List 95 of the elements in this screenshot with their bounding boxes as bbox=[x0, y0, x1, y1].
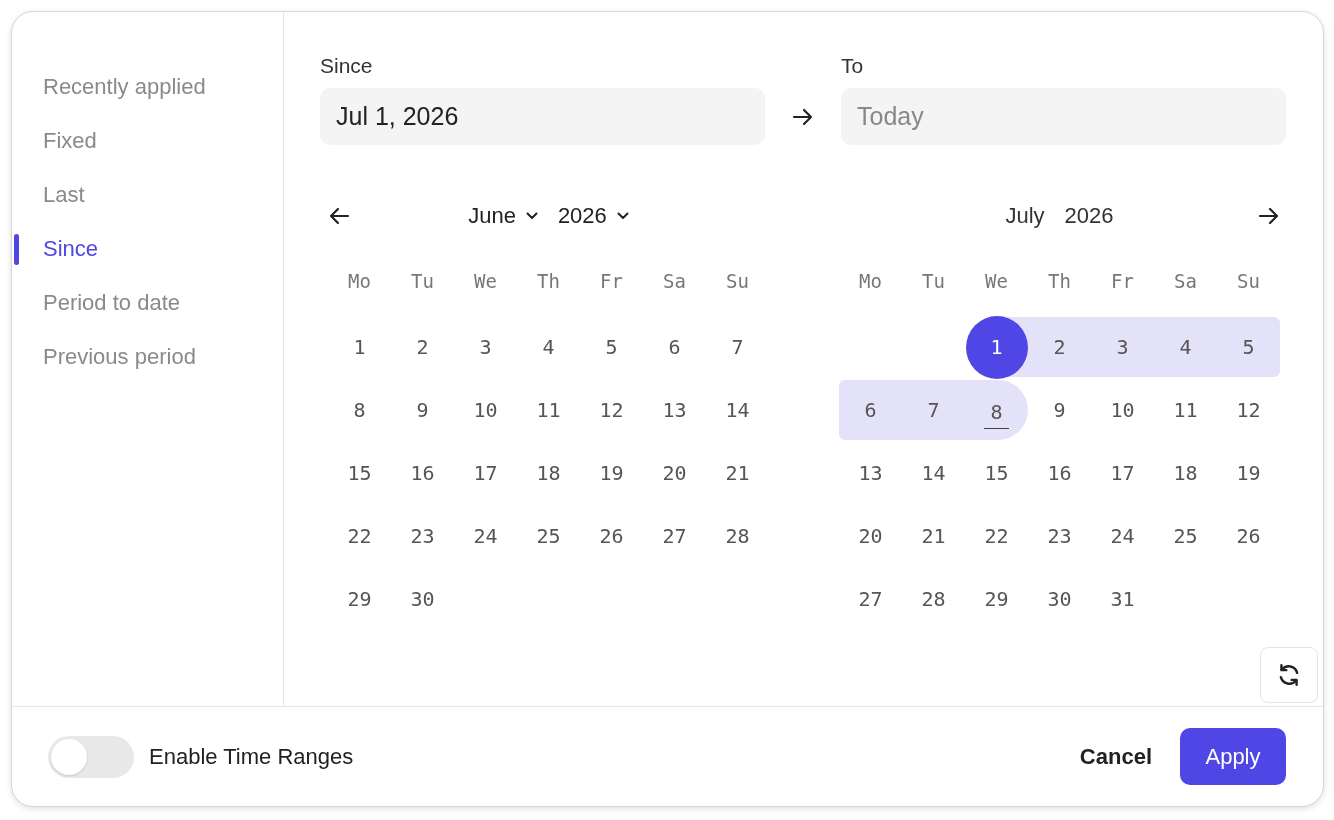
calendar-day[interactable]: 29 bbox=[965, 569, 1028, 629]
calendar-day[interactable]: 28 bbox=[706, 506, 769, 566]
calendar-day[interactable]: 23 bbox=[391, 506, 454, 566]
toggle-switch[interactable] bbox=[48, 735, 134, 778]
weekday-label: Sa bbox=[663, 270, 686, 292]
calendar-day[interactable]: 18 bbox=[517, 443, 580, 503]
calendar-day[interactable]: 15 bbox=[328, 443, 391, 503]
year-dropdown[interactable]: 2026 bbox=[557, 203, 629, 229]
weekday-label: Th bbox=[1048, 270, 1071, 292]
calendar-day[interactable]: 29 bbox=[328, 569, 391, 629]
calendar-day[interactable]: 4 bbox=[517, 317, 580, 377]
weekday-label: Fr bbox=[600, 270, 623, 292]
calendar-day[interactable]: 12 bbox=[1217, 380, 1280, 440]
calendar-day[interactable]: 4 bbox=[1154, 317, 1217, 377]
calendar-day[interactable]: 11 bbox=[517, 380, 580, 440]
calendar-day[interactable]: 17 bbox=[454, 443, 517, 503]
weekday-label: We bbox=[474, 270, 497, 292]
calendar-day[interactable]: 25 bbox=[1154, 506, 1217, 566]
chevron-down-icon bbox=[525, 212, 538, 220]
calendar-day[interactable]: 1 bbox=[965, 317, 1028, 377]
weekday-label: Tu bbox=[411, 270, 434, 292]
calendar-day[interactable]: 17 bbox=[1091, 443, 1154, 503]
field-label: To bbox=[841, 53, 864, 79]
calendar-day[interactable]: 2 bbox=[391, 317, 454, 377]
calendar-day[interactable]: 27 bbox=[643, 506, 706, 566]
calendar-day[interactable]: 28 bbox=[902, 569, 965, 629]
calendar-day[interactable]: 3 bbox=[454, 317, 517, 377]
calendar-day[interactable]: 19 bbox=[580, 443, 643, 503]
calendar-day[interactable]: 9 bbox=[1028, 380, 1091, 440]
calendar-day[interactable]: 13 bbox=[643, 380, 706, 440]
calendar-day[interactable]: 16 bbox=[391, 443, 454, 503]
calendar-day[interactable]: 22 bbox=[328, 506, 391, 566]
field-label: Since bbox=[320, 53, 373, 79]
previous-month-button[interactable] bbox=[328, 207, 350, 225]
calendar-day[interactable]: 30 bbox=[1028, 569, 1091, 629]
calendar-day[interactable]: 10 bbox=[1091, 380, 1154, 440]
calendar-day[interactable]: 20 bbox=[839, 506, 902, 566]
calendar-day[interactable]: 23 bbox=[1028, 506, 1091, 566]
calendar-day[interactable]: 7 bbox=[902, 380, 965, 440]
weekday-label: Tu bbox=[922, 270, 945, 292]
calendar-day[interactable]: 30 bbox=[391, 569, 454, 629]
calendar-day[interactable]: 11 bbox=[1154, 380, 1217, 440]
weekday-label: Mo bbox=[348, 270, 371, 292]
calendar-day[interactable]: 31 bbox=[1091, 569, 1154, 629]
calendar-day[interactable]: 21 bbox=[706, 443, 769, 503]
calendar-day[interactable]: 21 bbox=[902, 506, 965, 566]
weekday-label: Fr bbox=[1111, 270, 1134, 292]
calendar-day[interactable]: 24 bbox=[1091, 506, 1154, 566]
month-dropdown[interactable]: June bbox=[468, 203, 538, 229]
calendar-day[interactable]: 14 bbox=[902, 443, 965, 503]
arrow-right-icon bbox=[792, 107, 814, 126]
sidebar-item[interactable]: Since bbox=[12, 222, 283, 276]
calendar-day[interactable]: 26 bbox=[580, 506, 643, 566]
calendar-day[interactable]: 27 bbox=[839, 569, 902, 629]
calendar-day[interactable]: 10 bbox=[454, 380, 517, 440]
calendar-day[interactable]: 12 bbox=[580, 380, 643, 440]
calendar-day[interactable]: 3 bbox=[1091, 317, 1154, 377]
calendar-day[interactable]: 20 bbox=[643, 443, 706, 503]
calendar-day[interactable]: 2 bbox=[1028, 317, 1091, 377]
calendar-day[interactable]: 18 bbox=[1154, 443, 1217, 503]
calendar-day[interactable]: 8 bbox=[328, 380, 391, 440]
weekday-label: Su bbox=[726, 270, 749, 292]
month-label: July bbox=[1005, 203, 1045, 229]
calendar-day[interactable]: 14 bbox=[706, 380, 769, 440]
calendar-day[interactable]: 5 bbox=[1217, 317, 1280, 377]
calendar-day[interactable]: 24 bbox=[454, 506, 517, 566]
weekday-label: Su bbox=[1237, 270, 1260, 292]
weekday-label: We bbox=[985, 270, 1008, 292]
calendar-day[interactable]: 22 bbox=[965, 506, 1028, 566]
calendar-day[interactable]: 9 bbox=[391, 380, 454, 440]
apply-button[interactable]: Apply bbox=[1180, 728, 1286, 785]
to-field[interactable]: Today bbox=[841, 88, 1286, 145]
calendar-day[interactable]: 15 bbox=[965, 443, 1028, 503]
toggle-label: Enable Time Ranges bbox=[149, 743, 354, 770]
weekday-label: Th bbox=[537, 270, 560, 292]
calendar-day[interactable]: 6 bbox=[643, 317, 706, 377]
calendar-day[interactable]: 6 bbox=[839, 380, 902, 440]
chevron-down-icon bbox=[616, 212, 629, 220]
since-field[interactable]: Jul 1, 2026 bbox=[320, 88, 765, 145]
calendar-day[interactable]: 7 bbox=[706, 317, 769, 377]
calendar-day[interactable]: 26 bbox=[1217, 506, 1280, 566]
calendar-day[interactable]: 19 bbox=[1217, 443, 1280, 503]
calendar-day[interactable]: 25 bbox=[517, 506, 580, 566]
year-label: 2026 bbox=[1064, 203, 1114, 229]
refresh-button[interactable] bbox=[1260, 647, 1318, 703]
next-month-button[interactable] bbox=[1258, 207, 1280, 225]
weekday-label: Sa bbox=[1174, 270, 1197, 292]
calendar-day[interactable]: 5 bbox=[580, 317, 643, 377]
calendar-day[interactable]: 1 bbox=[328, 317, 391, 377]
calendar-day[interactable]: 13 bbox=[839, 443, 902, 503]
active-indicator bbox=[14, 234, 19, 265]
weekday-label: Mo bbox=[859, 270, 882, 292]
calendar-day[interactable]: 16 bbox=[1028, 443, 1091, 503]
cancel-button[interactable]: Cancel bbox=[1071, 728, 1160, 785]
calendar-day[interactable]: 8 bbox=[965, 380, 1028, 440]
